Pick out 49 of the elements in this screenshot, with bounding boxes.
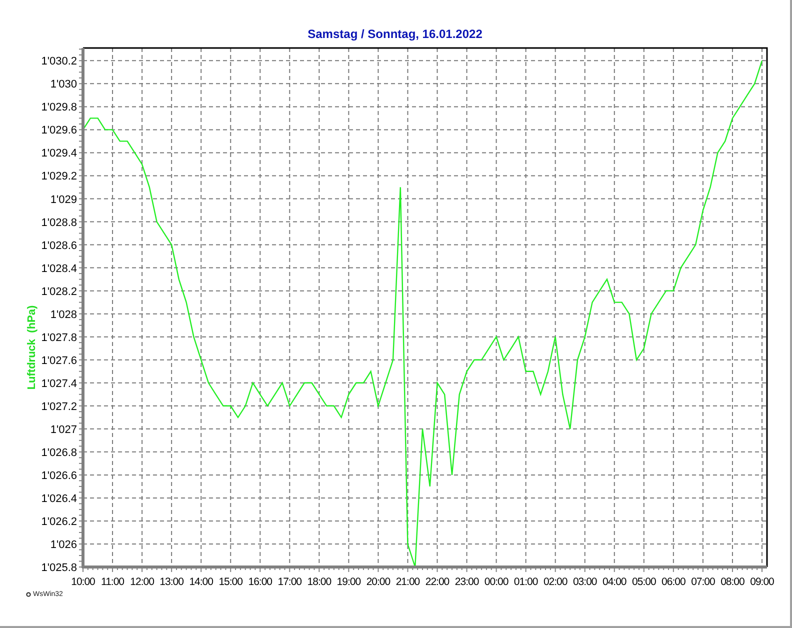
axis-tick-label: 1'026.6 — [41, 470, 77, 482]
axis-tick-label: 1'028.4 — [41, 262, 77, 275]
axis-tick-label: 18:00 — [307, 576, 332, 588]
axis-tick-label: 1'029.8 — [41, 102, 77, 114]
axis-tick-label: 1'029 — [50, 194, 77, 206]
axis-tick-label: 1'026.4 — [41, 492, 77, 505]
axis-tick-label: 17:00 — [278, 576, 302, 588]
axis-title: Luftdruck (hPa) — [26, 305, 38, 390]
axis-tick-label: 16:00 — [248, 576, 272, 588]
axis-tick-label: 1'027.4 — [41, 378, 77, 390]
axis-tick-label: 04:00 — [602, 576, 626, 588]
axis-tick-label: 1'028.6 — [41, 240, 77, 252]
axis-tick-label: 01:00 — [514, 576, 538, 588]
axis-tick-label: 10:00 — [71, 576, 95, 588]
axis-tick-label: 1'025.8 — [41, 562, 77, 574]
axis-tick-label: 21:00 — [396, 576, 420, 588]
axis-tick-label: 1'027.6 — [41, 354, 77, 367]
axis-tick-label: 02:00 — [543, 576, 568, 588]
axis-tick-label: 00:00 — [484, 576, 508, 588]
axis-tick-label: 11:00 — [101, 576, 124, 588]
axis-tick-label: 20:00 — [366, 576, 390, 588]
axis-tick-label: 07:00 — [691, 576, 715, 588]
axis-tick-label: 13:00 — [160, 576, 184, 588]
axis-tick-label: 23:00 — [454, 576, 479, 588]
axis-tick-label: 1'028 — [50, 308, 77, 321]
axis-tick-label: 08:00 — [720, 576, 744, 588]
axis-tick-label: 1'029.6 — [41, 124, 77, 137]
axis-tick-label: 06:00 — [662, 576, 686, 588]
chart-title: Samstag / Sonntag, 16.01.2022 — [308, 27, 482, 42]
axis-tick-label: 1'026.8 — [41, 446, 77, 459]
axis-tick-label: 1'030 — [50, 78, 77, 91]
axis-tick-label: 1'030.2 — [41, 56, 77, 68]
axis-tick-label: 12:00 — [130, 576, 154, 588]
axis-tick-label: 15:00 — [218, 576, 242, 588]
axis-tick-label: 1'027.8 — [41, 332, 77, 344]
axis-tick-label: 09:00 — [750, 576, 774, 588]
axis-tick-label: 03:00 — [572, 576, 597, 588]
axis-tick-label: 19:00 — [336, 576, 361, 588]
axis-tick-label: 1'028.2 — [41, 286, 77, 298]
axis-tick-label: 1'029.4 — [41, 148, 77, 160]
axis-tick-label: 1'027 — [50, 424, 77, 436]
axis-tick-label: 22:00 — [425, 576, 450, 588]
axis-tick-label: 1'029.2 — [41, 170, 77, 183]
axis-tick-label: 1'028.8 — [41, 216, 77, 229]
axis-tick-label: 05:00 — [632, 576, 656, 588]
axis-tick-label: 1'026.2 — [41, 516, 77, 528]
axis-tick-label: 1'026 — [50, 538, 77, 551]
axis-tick-label: 1'027.2 — [41, 400, 77, 413]
axis-tick-label: 14:00 — [189, 576, 213, 588]
